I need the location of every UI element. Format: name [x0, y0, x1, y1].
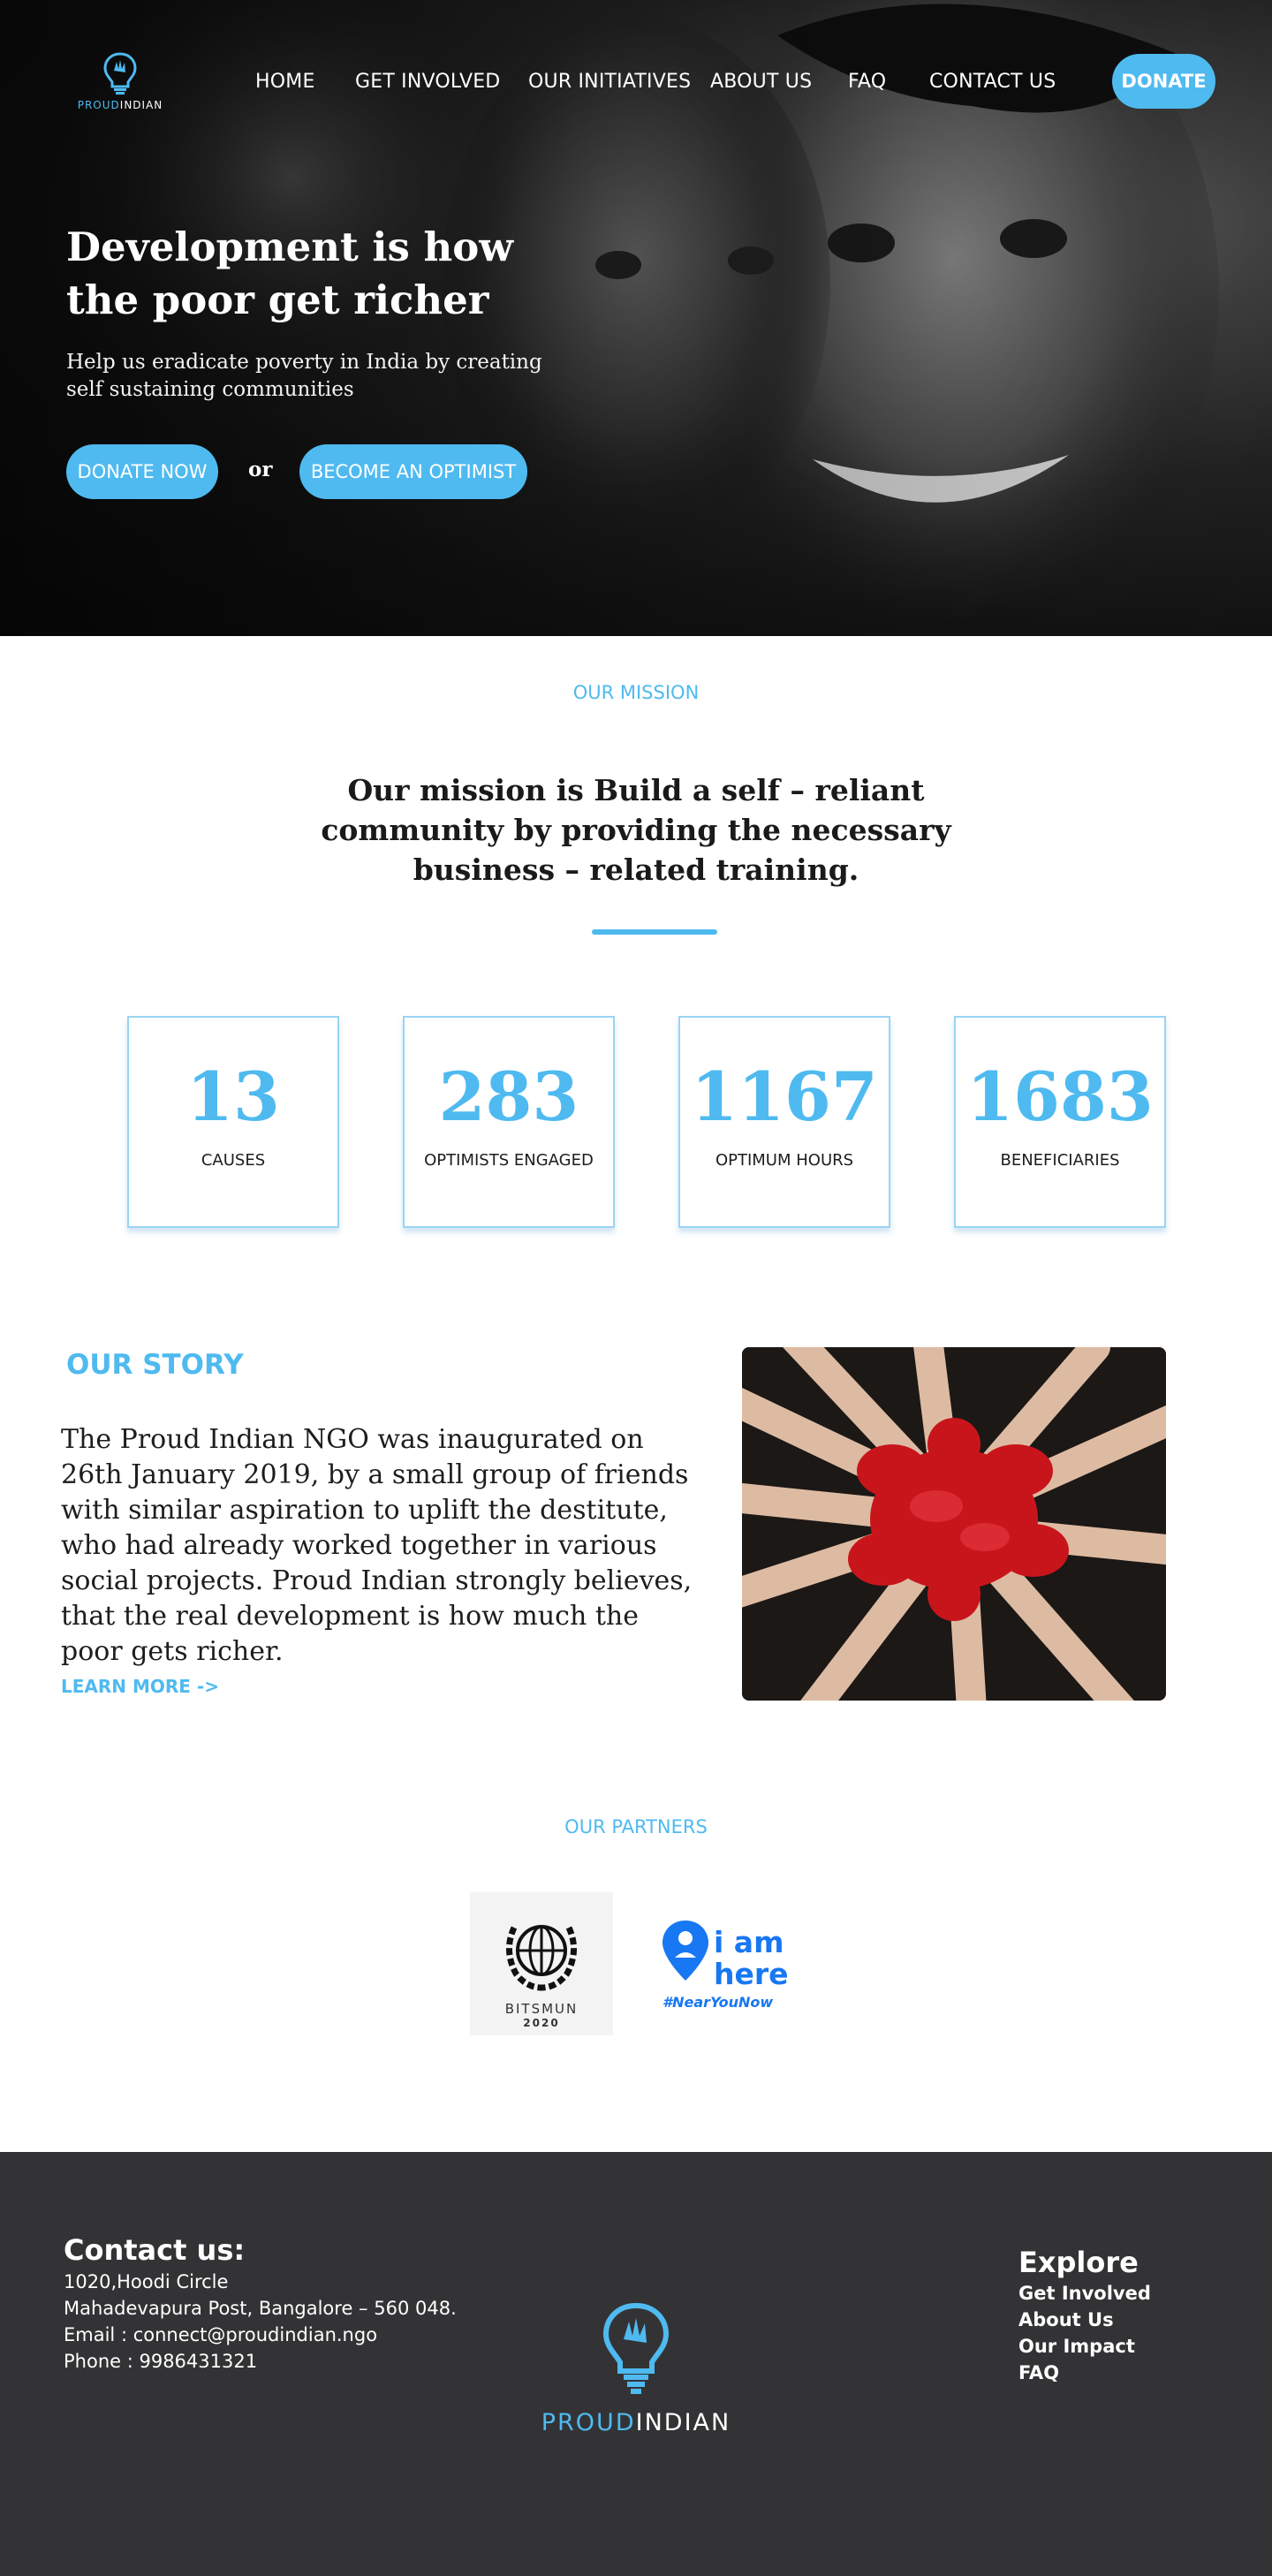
stat-card-optimists: 283 OPTIMISTS ENGAGED	[403, 1016, 615, 1228]
hero-title: Development is how the poor get richer	[66, 224, 513, 323]
stat-value: 1683	[966, 1057, 1154, 1136]
stat-value: 13	[186, 1057, 280, 1136]
partners-label: OUR PARTNERS	[564, 1816, 708, 1837]
explore-heading: Explore	[1018, 2246, 1139, 2279]
footer-logo[interactable]: PROUDINDIAN	[530, 2300, 742, 2442]
painted-hands-illustration	[742, 1347, 1166, 1701]
stat-card-beneficiaries: 1683 BENEFICIARIES	[954, 1016, 1166, 1228]
mission-statement: Our mission is Build a self – reliant co…	[321, 773, 951, 887]
nav-our-initiatives[interactable]: OUR INITIATIVES	[528, 71, 691, 93]
partner-logo-bitsmun[interactable]: BITSMUN 2020	[470, 1892, 613, 2035]
stat-card-hours: 1167 OPTIMUM HOURS	[678, 1016, 890, 1228]
logo-text: PROUDINDIAN	[77, 99, 163, 111]
stat-label: CAUSES	[201, 1151, 266, 1170]
hero-or-text: or	[248, 458, 273, 481]
footer-link-about-us[interactable]: About Us	[1018, 2309, 1114, 2330]
footer-link-our-impact[interactable]: Our Impact	[1018, 2336, 1135, 2357]
story-image-hands	[742, 1347, 1166, 1701]
stat-card-causes: 13 CAUSES	[127, 1016, 339, 1228]
footer-logo-text: PROUDINDIAN	[541, 2409, 731, 2436]
nav-donate-button[interactable]: DONATE	[1112, 54, 1215, 109]
bitsmun-name: BITSMUN	[505, 2001, 579, 2017]
nav-about-us[interactable]: ABOUT US	[710, 71, 812, 93]
hero-subtitle: Help us eradicate poverty in India by cr…	[66, 351, 542, 401]
iamhere-line2: here	[714, 1957, 789, 1991]
stat-label: BENEFICIARIES	[1000, 1151, 1120, 1170]
footer-link-faq[interactable]: FAQ	[1018, 2362, 1059, 2383]
logo[interactable]: PROUDINDIAN	[69, 51, 171, 122]
bitsmun-year: 2020	[523, 2017, 559, 2029]
nav-faq[interactable]: FAQ	[848, 71, 886, 93]
address-line-2: Mahadevapura Post, Bangalore – 560 048.	[64, 2298, 457, 2319]
nav-contact-us[interactable]: CONTACT US	[929, 71, 1056, 93]
stat-label: OPTIMUM HOURS	[715, 1151, 854, 1170]
nav-get-involved[interactable]: GET INVOLVED	[355, 71, 500, 93]
contact-email[interactable]: Email : connect@proudindian.ngo	[64, 2322, 377, 2348]
footer-link-get-involved[interactable]: Get Involved	[1018, 2283, 1151, 2304]
contact-heading: Contact us:	[64, 2233, 246, 2267]
stat-value: 1167	[691, 1057, 878, 1136]
lightbulb-hand-icon	[103, 52, 137, 95]
nav-home[interactable]: HOME	[255, 71, 315, 93]
location-pin-icon: i am here #NearYouNow	[662, 1921, 789, 2011]
story-text: The Proud Indian NGO was inaugurated on …	[61, 1424, 693, 1667]
mission-divider	[592, 929, 717, 935]
iamhere-tagline: #NearYouNow	[662, 1994, 773, 2011]
stat-value: 283	[438, 1057, 579, 1136]
iamhere-line1: i am	[714, 1925, 784, 1959]
contact-phone[interactable]: Phone : 9986431321	[64, 2348, 257, 2375]
partner-logo-iamhere[interactable]: i am here #NearYouNow	[657, 1892, 800, 2035]
story-title: OUR STORY	[66, 1349, 244, 1381]
become-optimist-button[interactable]: BECOME AN OPTIMIST	[299, 444, 527, 499]
stat-label: OPTIMISTS ENGAGED	[424, 1151, 594, 1170]
lightbulb-hand-icon	[602, 2302, 670, 2394]
bitsmun-emblem-icon: BITSMUN 2020	[505, 1925, 579, 2029]
donate-now-button[interactable]: DONATE NOW	[66, 444, 218, 499]
learn-more-link[interactable]: LEARN MORE ->	[61, 1676, 219, 1697]
mission-label: OUR MISSION	[572, 682, 700, 703]
address-line-1: 1020,Hoodi Circle	[64, 2271, 229, 2292]
top-navigation: PROUDINDIAN HOME GET INVOLVED OUR INITIA…	[0, 0, 1272, 168]
